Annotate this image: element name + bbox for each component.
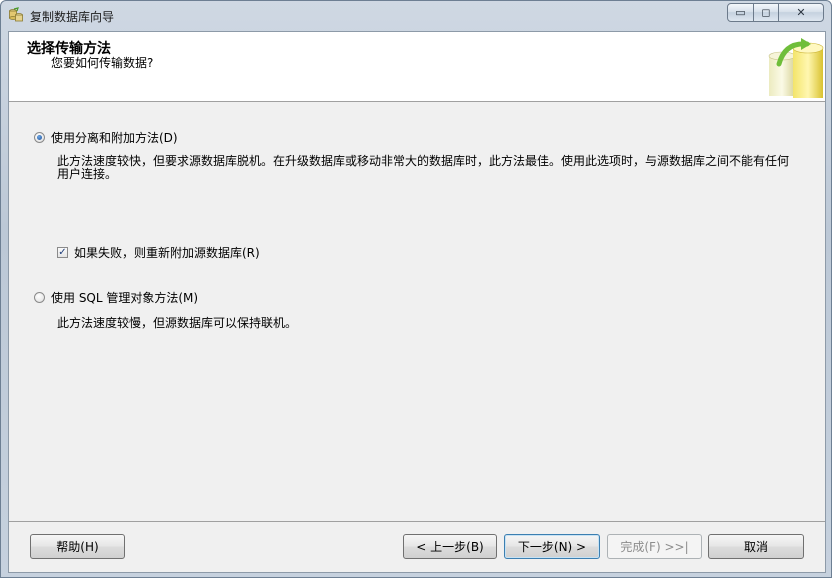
option-detach-attach-label: 使用分离和附加方法(D) [51,131,178,145]
wizard-client: 选择传输方法 您要如何传输数据? 使用分离和附加方法(D) 此方法速度较快，但要… [8,31,826,573]
radio-detach-attach[interactable] [34,132,45,143]
window-title: 复制数据库向导 [30,10,115,24]
option-detach-description-1: 此方法速度较快，但要求源数据库脱机。在升级数据库或移动非常大的数据库时，此方法最… [57,154,790,168]
maximize-icon: ◻ [761,6,771,19]
close-button[interactable]: ✕ [778,3,824,22]
option-smo[interactable]: 使用 SQL 管理对象方法(M) [34,289,198,306]
option-reattach[interactable]: ✓ 如果失败，则重新附加源数据库(R) [57,244,260,261]
footer-divider [9,521,825,522]
cancel-button[interactable]: 取消 [708,534,804,559]
option-detach-description-2: 用户连接。 [57,167,118,181]
option-smo-label: 使用 SQL 管理对象方法(M) [51,291,199,305]
close-icon: ✕ [796,6,806,19]
next-button[interactable]: 下一步(N) > [504,534,600,559]
option-smo-description: 此方法速度较慢，但源数据库可以保持联机。 [57,316,298,330]
checkbox-reattach[interactable]: ✓ [57,247,68,258]
help-button[interactable]: 帮助(H) [30,534,125,559]
minimize-button[interactable]: ▭ [727,3,754,22]
wizard-header: 选择传输方法 您要如何传输数据? [9,32,825,102]
option-detach-attach[interactable]: 使用分离和附加方法(D) [34,129,178,146]
wizard-window: 复制数据库向导 ▭ ◻ ✕ 选择传输方法 您要如何传输数据? 使用分离和附加方法… [0,0,832,578]
title-bar[interactable]: 复制数据库向导 ▭ ◻ ✕ [1,1,831,29]
maximize-button[interactable]: ◻ [753,3,779,22]
finish-button[interactable]: 完成(F) >>| [607,534,702,559]
database-wizard-icon [8,7,24,23]
minimize-icon: ▭ [735,6,746,19]
radio-smo[interactable] [34,292,45,303]
checkmark-icon: ✓ [58,246,67,258]
option-reattach-label: 如果失败，则重新附加源数据库(R) [74,246,260,260]
page-subtitle: 您要如何传输数据? [51,56,154,70]
wizard-banner-icon [765,34,825,100]
back-button[interactable]: < 上一步(B) [403,534,497,559]
